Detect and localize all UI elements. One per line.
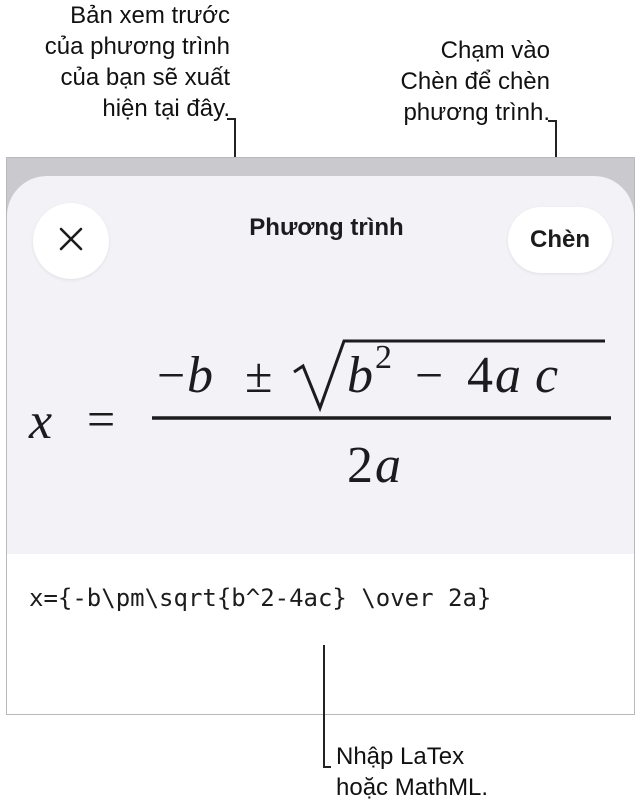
latex-input-field[interactable]: x={-b\pm\sqrt{b^2-4ac} \over 2a} bbox=[29, 584, 491, 612]
callout-insert-text: Chạm vào Chèn để chèn phương trình. bbox=[350, 35, 550, 128]
formula-b-squared: b bbox=[347, 347, 373, 404]
formula-c: c bbox=[535, 347, 558, 404]
callout-input-text: Nhập LaTex hoặc MathML. bbox=[336, 741, 488, 803]
formula-denominator-2: 2 bbox=[347, 437, 373, 494]
callout-line: hiện tại đây. bbox=[102, 95, 230, 122]
equation-preview: x = − b ± b 2 − 4 a c 2 a bbox=[7, 326, 634, 566]
sqrt-radical-sign bbox=[293, 339, 605, 413]
formula-a: a bbox=[495, 347, 521, 404]
formula-lhs: x bbox=[28, 393, 52, 450]
callout-preview-text: Bản xem trước của phương trình của bạn s… bbox=[0, 0, 230, 124]
callout-tick-insert bbox=[548, 120, 556, 122]
insert-button[interactable]: Chèn bbox=[508, 207, 612, 273]
formula-equals: = bbox=[87, 391, 115, 447]
callout-line: phương trình. bbox=[403, 99, 550, 126]
callout-line: của phương trình bbox=[44, 33, 230, 60]
callout-line: của bạn sẽ xuất bbox=[60, 64, 230, 91]
formula-b: b bbox=[187, 347, 213, 404]
formula-four: 4 bbox=[467, 347, 493, 404]
formula-minus-2: − bbox=[415, 347, 443, 403]
equation-editor[interactable]: x={-b\pm\sqrt{b^2-4ac} \over 2a} bbox=[7, 554, 634, 714]
callout-line: Bản xem trước bbox=[70, 2, 230, 29]
formula-denominator-a: a bbox=[375, 437, 401, 494]
callout-line: Chèn để chèn bbox=[400, 68, 550, 95]
callout-leader-input bbox=[323, 645, 325, 767]
callout-line: hoặc MathML. bbox=[336, 774, 489, 801]
equation-render: x = − b ± b 2 − 4 a c 2 a bbox=[28, 339, 611, 494]
formula-minus: − bbox=[157, 347, 185, 403]
device-screen: Phương trình Chèn x = − b ± b 2 − 4 a c … bbox=[6, 157, 635, 715]
formula-exponent: 2 bbox=[375, 339, 392, 376]
callout-line: Chạm vào bbox=[440, 37, 550, 64]
formula-plusminus: ± bbox=[245, 347, 272, 403]
equation-sheet: Phương trình Chèn x = − b ± b 2 − 4 a c … bbox=[7, 176, 634, 714]
callout-tick-preview bbox=[227, 118, 235, 120]
callout-tick-input bbox=[323, 766, 331, 768]
callout-line: Nhập LaTex bbox=[336, 743, 465, 770]
